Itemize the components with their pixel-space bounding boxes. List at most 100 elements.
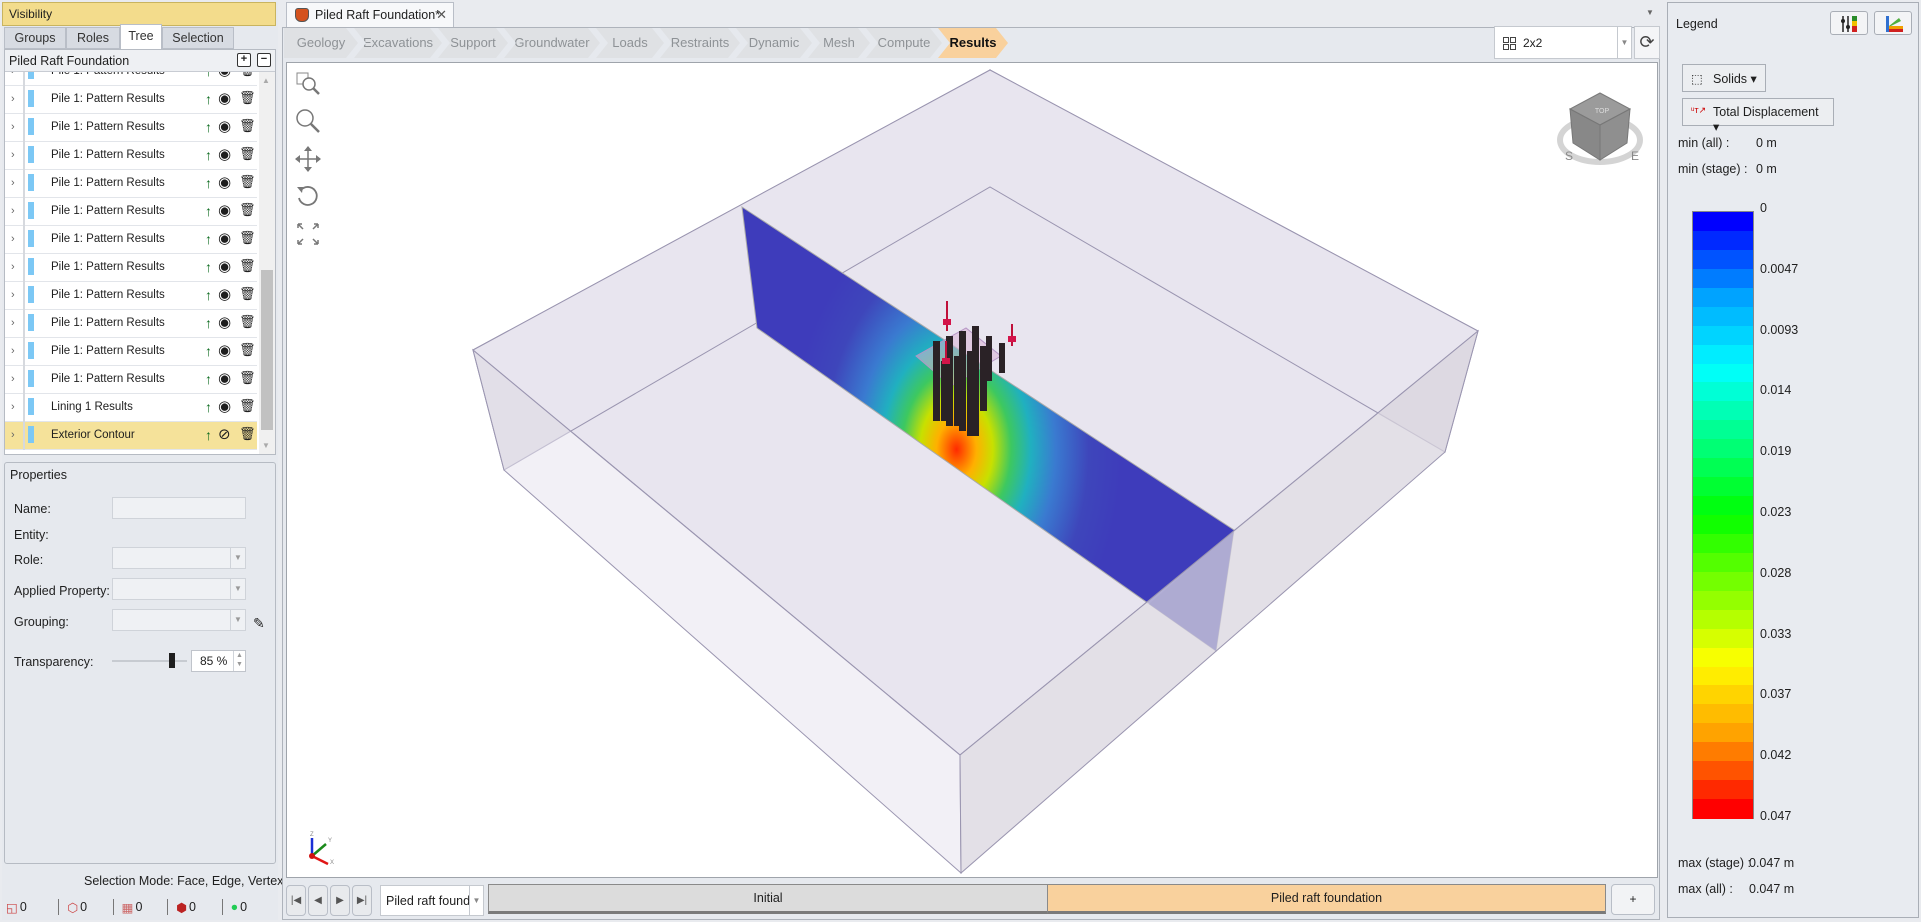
tab-tree[interactable]: Tree bbox=[120, 24, 162, 49]
expand-all-icon[interactable]: + bbox=[237, 53, 251, 67]
transparency-slider[interactable] bbox=[112, 660, 187, 662]
tree-row[interactable]: › Pile 1: Pattern Results ↑ ◉ 🗑 bbox=[5, 198, 257, 226]
trash-icon[interactable]: 🗑 bbox=[239, 314, 256, 330]
view-cube[interactable]: TOP S E bbox=[1555, 85, 1645, 178]
tree-row[interactable]: › Exterior Contour ↑ ⊘ 🗑 bbox=[5, 422, 257, 450]
tab-menu-icon[interactable]: ▼ bbox=[1646, 8, 1654, 17]
trash-icon[interactable]: 🗑 bbox=[239, 230, 256, 246]
applied-property-select[interactable]: ▼ bbox=[112, 578, 246, 600]
tab-roles[interactable]: Roles bbox=[66, 27, 120, 49]
tree-row[interactable]: › Pile 1: Pattern Results ↑ ◉ 🗑 bbox=[5, 282, 257, 310]
tab-selection[interactable]: Selection bbox=[162, 27, 234, 49]
eye-icon[interactable]: ◉ bbox=[218, 89, 231, 107]
expand-chevron-icon[interactable]: › bbox=[11, 233, 15, 245]
expand-chevron-icon[interactable]: › bbox=[11, 261, 15, 273]
eye-icon[interactable]: ◉ bbox=[218, 145, 231, 163]
move-up-icon[interactable]: ↑ bbox=[205, 343, 212, 359]
move-up-icon[interactable]: ↑ bbox=[205, 72, 212, 79]
move-up-icon[interactable]: ↑ bbox=[205, 259, 212, 275]
expand-chevron-icon[interactable]: › bbox=[11, 93, 15, 105]
expand-chevron-icon[interactable]: › bbox=[11, 72, 15, 77]
rotate-icon[interactable] bbox=[294, 182, 322, 210]
eye-icon[interactable]: ◉ bbox=[218, 313, 231, 331]
name-field[interactable] bbox=[112, 497, 246, 519]
close-icon[interactable]: ✕ bbox=[436, 7, 447, 23]
trash-icon[interactable]: 🗑 bbox=[239, 174, 256, 190]
workflow-step-geology[interactable]: Geology bbox=[284, 28, 358, 58]
move-up-icon[interactable]: ↑ bbox=[205, 91, 212, 107]
move-up-icon[interactable]: ↑ bbox=[205, 315, 212, 331]
prev-stage-button[interactable]: ◀ bbox=[308, 885, 328, 916]
trash-icon[interactable]: 🗑 bbox=[239, 342, 256, 358]
move-up-icon[interactable]: ↑ bbox=[205, 147, 212, 163]
expand-chevron-icon[interactable]: › bbox=[11, 177, 15, 189]
tree-row[interactable]: › Pile 1: Pattern Results ↑ ◉ 🗑 bbox=[5, 366, 257, 394]
refresh-icon[interactable]: ⟳ bbox=[1634, 26, 1660, 59]
pan-icon[interactable] bbox=[294, 145, 322, 173]
scroll-up-icon[interactable]: ▲ bbox=[262, 76, 270, 85]
eye-icon[interactable]: ◉ bbox=[218, 173, 231, 191]
tree-row[interactable]: › Pile 1: Pattern Results ↑ ◉ 🗑 bbox=[5, 114, 257, 142]
tree-row[interactable]: › Pile 1: Pattern Results ↑ ◉ 🗑 bbox=[5, 226, 257, 254]
transparency-slider-thumb[interactable] bbox=[168, 653, 175, 668]
workflow-step-excavations[interactable]: Excavations bbox=[354, 28, 442, 58]
eye-icon[interactable]: ◉ bbox=[218, 285, 231, 303]
expand-chevron-icon[interactable]: › bbox=[11, 373, 15, 385]
workflow-step-groundwater[interactable]: Groundwater bbox=[504, 28, 600, 58]
trash-icon[interactable]: 🗑 bbox=[239, 72, 256, 78]
move-up-icon[interactable]: ↑ bbox=[205, 287, 212, 303]
trash-icon[interactable]: 🗑 bbox=[239, 258, 256, 274]
move-up-icon[interactable]: ↑ bbox=[205, 231, 212, 247]
add-stage-button[interactable]: + bbox=[1611, 884, 1655, 915]
move-up-icon[interactable]: ↑ bbox=[205, 427, 212, 443]
layout-select[interactable]: 2x2 ▼ bbox=[1494, 26, 1632, 59]
trash-icon[interactable]: 🗑 bbox=[239, 426, 256, 442]
3d-viewport[interactable] bbox=[286, 62, 1658, 878]
tree-row[interactable]: › Pile 1: Pattern Results ↑ ◉ 🗑 bbox=[5, 254, 257, 282]
trash-icon[interactable]: 🗑 bbox=[239, 202, 256, 218]
expand-chevron-icon[interactable]: › bbox=[11, 149, 15, 161]
tree-row[interactable]: › Pile 1: Pattern Results ↑ ◉ 🗑 bbox=[5, 170, 257, 198]
document-tab[interactable]: Piled Raft Foundation* ✕ bbox=[286, 2, 454, 28]
tree-scrollbar[interactable]: ▲ ▼ bbox=[259, 72, 275, 454]
expand-chevron-icon[interactable]: › bbox=[11, 205, 15, 217]
expand-chevron-icon[interactable]: › bbox=[11, 289, 15, 301]
eye-icon[interactable]: ◉ bbox=[218, 201, 231, 219]
trash-icon[interactable]: 🗑 bbox=[239, 286, 256, 302]
next-stage-button[interactable]: ▶ bbox=[330, 885, 350, 916]
expand-chevron-icon[interactable]: › bbox=[11, 121, 15, 133]
eye-icon[interactable]: ◉ bbox=[218, 341, 231, 359]
eye-icon[interactable]: ◉ bbox=[218, 117, 231, 135]
expand-chevron-icon[interactable]: › bbox=[11, 345, 15, 357]
eye-icon[interactable]: ◉ bbox=[218, 369, 231, 387]
trash-icon[interactable]: 🗑 bbox=[239, 370, 256, 386]
expand-chevron-icon[interactable]: › bbox=[11, 429, 15, 441]
scroll-down-icon[interactable]: ▼ bbox=[262, 441, 270, 450]
eye-hidden-icon[interactable]: ⊘ bbox=[218, 425, 231, 443]
tree-row[interactable]: › Pile 1: Pattern Results ↑ ◉ 🗑 bbox=[5, 142, 257, 170]
last-stage-button[interactable]: ▶| bbox=[352, 885, 372, 916]
trash-icon[interactable]: 🗑 bbox=[239, 118, 256, 134]
grouping-select[interactable]: ▼ bbox=[112, 609, 246, 631]
tree-row[interactable]: › Pile 1: Pattern Results ↑ ◉ 🗑 bbox=[5, 310, 257, 338]
expand-chevron-icon[interactable]: › bbox=[11, 401, 15, 413]
zoom-window-icon[interactable] bbox=[294, 70, 322, 98]
legend-settings-button[interactable] bbox=[1830, 11, 1868, 35]
pencil-icon[interactable]: ✎ bbox=[253, 615, 265, 632]
spinner-arrows[interactable]: ▲ ▼ bbox=[233, 651, 245, 671]
eye-icon[interactable]: ◉ bbox=[218, 397, 231, 415]
tree-row[interactable]: › Lining 1 Results ↑ ◉ 🗑 bbox=[5, 394, 257, 422]
tree-row[interactable]: › Pile 1: Pattern Results ↑ ◉ 🗑 bbox=[5, 72, 257, 86]
legend-palette-button[interactable] bbox=[1874, 11, 1912, 35]
move-up-icon[interactable]: ↑ bbox=[205, 119, 212, 135]
eye-icon[interactable]: ◉ bbox=[218, 229, 231, 247]
stage-piled-raft-foundation[interactable]: Piled raft foundation bbox=[1048, 884, 1606, 914]
trash-icon[interactable]: 🗑 bbox=[239, 90, 256, 106]
scroll-thumb[interactable] bbox=[261, 270, 273, 430]
move-up-icon[interactable]: ↑ bbox=[205, 203, 212, 219]
move-up-icon[interactable]: ↑ bbox=[205, 399, 212, 415]
tree-row[interactable]: › Pile 1: Pattern Results ↑ ◉ 🗑 bbox=[5, 338, 257, 366]
eye-icon[interactable]: ◉ bbox=[218, 257, 231, 275]
move-up-icon[interactable]: ↑ bbox=[205, 175, 212, 191]
tab-groups[interactable]: Groups bbox=[4, 27, 66, 49]
